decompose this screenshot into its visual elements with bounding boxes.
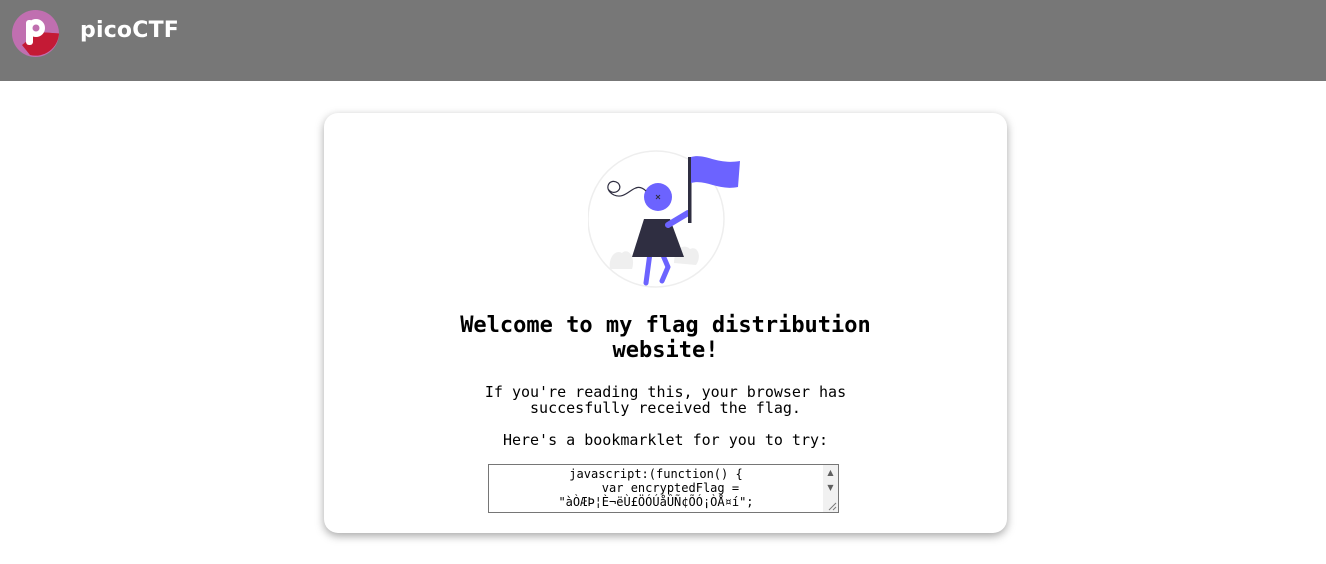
top-bar: picoCTF	[0, 0, 1326, 81]
bookmarklet-intro-text: Here's a bookmarklet for you to try:	[502, 431, 829, 449]
intro-text: If you're reading this, your browser has…	[484, 383, 847, 417]
brand-name[interactable]: picoCTF	[80, 18, 179, 43]
scroll-up-arrow-icon[interactable]: ▲	[823, 465, 838, 480]
bookmarklet-code: javascript:(function() { var encryptedFl…	[491, 467, 821, 509]
bookmarklet-textarea[interactable]: javascript:(function() { var encryptedFl…	[488, 464, 839, 513]
picoctf-logo-icon[interactable]	[12, 10, 59, 57]
main-card: Welcome to my flag distribution website!…	[324, 113, 1007, 533]
code-line: var encryptedFlag =	[572, 481, 740, 495]
code-line: "àÒÆÞ¦È¬ëÙ£ÖÓÚåÛÑ¢ÕÓ¡ÒÅ¤í";	[558, 495, 754, 509]
resize-grip-icon[interactable]	[823, 497, 838, 512]
scroll-down-arrow-icon[interactable]: ▼	[823, 480, 838, 495]
page-heading: Welcome to my flag distribution website!	[460, 313, 871, 363]
code-line: javascript:(function() {	[569, 467, 743, 481]
woman-with-flag-illustration	[587, 149, 748, 291]
